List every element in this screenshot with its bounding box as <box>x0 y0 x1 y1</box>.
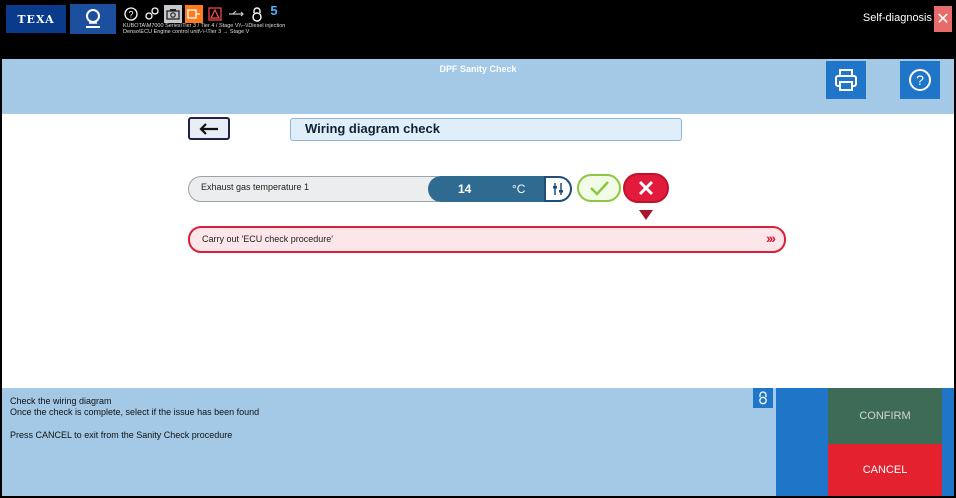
warning-icon[interactable] <box>206 5 224 23</box>
arrow-left-icon <box>199 122 218 135</box>
usb-icon[interactable] <box>227 5 245 23</box>
help-icon: ? <box>909 69 931 91</box>
bottom-panel: Check the wiring diagram Once the check … <box>2 388 954 496</box>
confirm-button[interactable]: CONFIRM <box>828 388 942 444</box>
print-button[interactable] <box>826 61 866 99</box>
cancel-button[interactable]: CANCEL <box>828 444 942 496</box>
parameter-value: 14 <box>458 182 472 196</box>
svg-text:?: ? <box>128 10 133 20</box>
help-circle-icon[interactable]: ? <box>122 5 140 23</box>
parameter-value-box: 14 °C <box>428 176 548 202</box>
side-strip <box>776 388 828 496</box>
checkmark-icon <box>590 181 609 196</box>
close-icon: ✕ <box>936 11 950 28</box>
step-title: Wiring diagram check <box>290 118 682 141</box>
close-button[interactable]: ✕ <box>934 6 952 32</box>
action-label: Carry out 'ECU check procedure' <box>202 234 333 244</box>
sliders-icon <box>553 183 563 195</box>
down-triangle-icon <box>639 210 653 220</box>
message-line3: Press CANCEL to exit from the Sanity Che… <box>10 430 233 440</box>
diagnostic-device-icon[interactable] <box>185 5 203 23</box>
app-window: TEXA ? 5 KUBOTA\M7000 Series\Tier 3 / Ti… <box>0 0 956 498</box>
top-bar: TEXA ? 5 KUBOTA\M7000 Series\Tier 3 / Ti… <box>2 2 954 35</box>
vehicle-breadcrumb: KUBOTA\M7000 Series\Tier 3 / Tier 4 / St… <box>123 23 285 35</box>
camera-icon[interactable] <box>164 5 182 23</box>
parameter-row: Exhaust gas temperature 1 14 °C <box>188 176 574 202</box>
forward-arrows-icon: ››› <box>766 230 776 246</box>
parameter-unit: °C <box>512 182 526 196</box>
ok-button[interactable] <box>577 174 621 202</box>
main-content: Wiring diagram check Exhaust gas tempera… <box>2 114 954 388</box>
instruction-message: Check the wiring diagram Once the check … <box>10 396 259 441</box>
cross-icon <box>638 180 654 196</box>
message-line2: Once the check is complete, select if th… <box>10 407 260 417</box>
mode-label: Self-diagnosis <box>862 12 932 24</box>
parameter-name: Exhaust gas temperature 1 <box>188 176 438 202</box>
lock-button[interactable] <box>753 388 773 408</box>
fail-button[interactable] <box>623 173 669 203</box>
vehicle-search-button[interactable] <box>70 4 116 34</box>
help-button[interactable]: ? <box>900 61 940 99</box>
svg-text:?: ? <box>916 72 924 88</box>
printer-icon <box>835 69 857 91</box>
page-title: DPF Sanity Check <box>439 64 517 74</box>
page-header: DPF Sanity Check ? <box>2 59 954 114</box>
action-row[interactable]: Carry out 'ECU check procedure' ››› <box>188 226 786 253</box>
padlock-icon <box>759 391 767 405</box>
connection-icon[interactable] <box>143 5 161 23</box>
parameter-settings-button[interactable] <box>544 176 572 202</box>
back-button[interactable] <box>188 117 230 140</box>
toolbar-icons: ? 5 <box>122 3 279 23</box>
notification-badge: 5 <box>270 2 278 18</box>
message-line1: Check the wiring diagram <box>10 396 112 406</box>
right-strip <box>942 388 954 496</box>
vehicle-search-icon <box>86 9 100 28</box>
vehicle-path-line2: Denso\ECU Engine control unit\-\-\Tier 3… <box>123 29 250 35</box>
texa-logo: TEXA <box>6 5 66 33</box>
lock-icon[interactable] <box>248 5 266 23</box>
